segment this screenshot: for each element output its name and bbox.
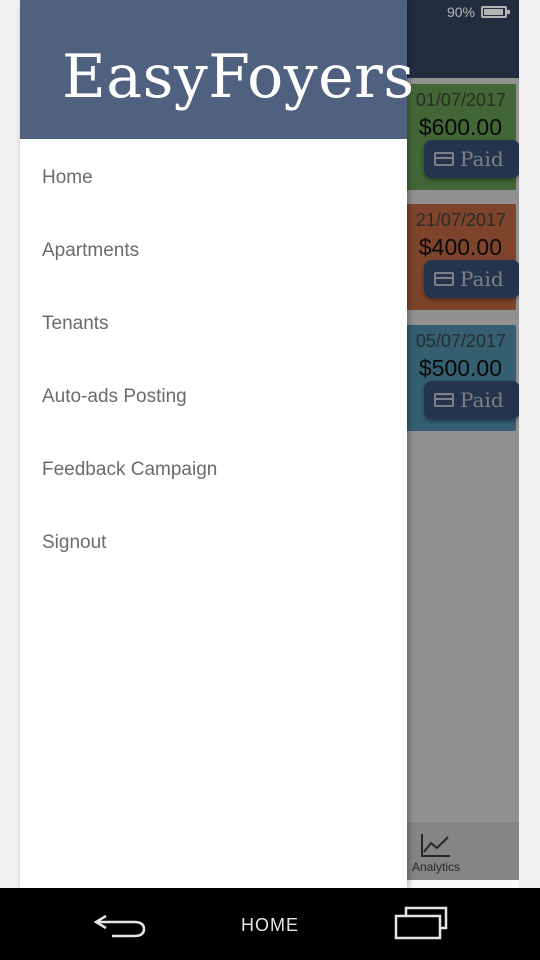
back-arrow-icon[interactable] — [92, 910, 148, 940]
drawer-item-feedback-campaign[interactable]: Feedback Campaign — [42, 450, 382, 490]
drawer-item-apartments[interactable]: Apartments — [42, 231, 382, 271]
drawer-header: EasyFoyers — [20, 0, 414, 139]
brand-title: EasyFoyers — [62, 42, 415, 112]
drawer-item-signout[interactable]: Signout — [42, 523, 382, 563]
drawer-item-home[interactable]: Home — [42, 158, 382, 198]
drawer-item-auto-ads-posting[interactable]: Auto-ads Posting — [42, 377, 382, 417]
navigation-drawer: EasyFoyers Home Apartments Tenants Auto-… — [20, 0, 414, 888]
recent-apps-icon[interactable] — [392, 906, 450, 940]
system-navigation-bar: HOME — [0, 888, 540, 960]
drawer-item-tenants[interactable]: Tenants — [42, 304, 382, 344]
home-button[interactable]: HOME — [220, 910, 320, 940]
